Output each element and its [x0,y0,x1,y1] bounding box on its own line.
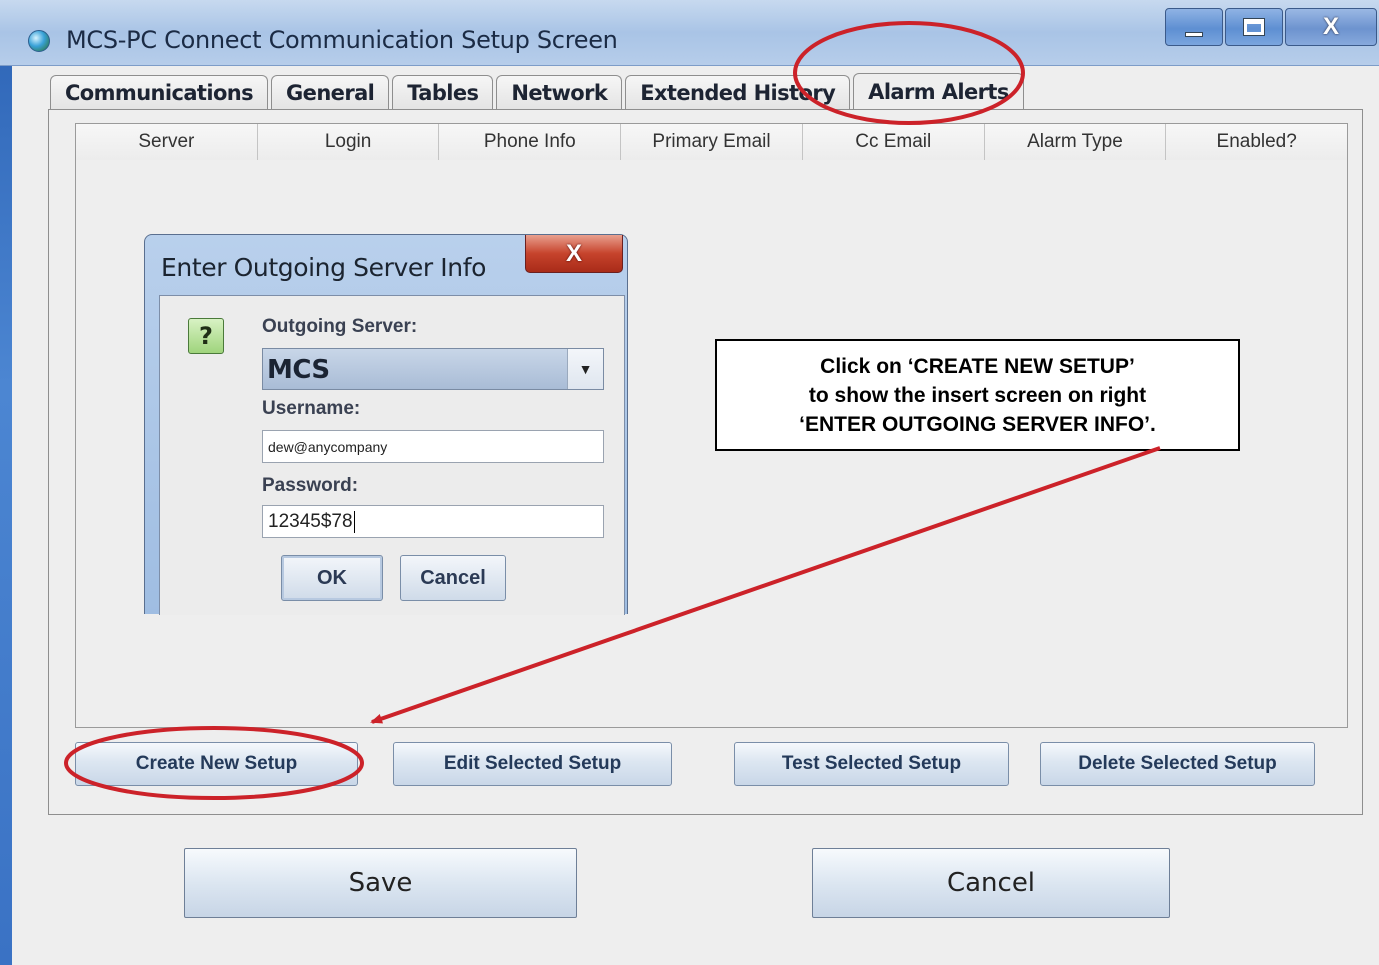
window-title: MCS-PC Connect Communication Setup Scree… [66,26,618,54]
dialog-close-button[interactable]: X [525,235,623,273]
column-header-cc-email[interactable]: Cc Email [802,124,985,160]
maximize-button[interactable] [1225,8,1283,46]
username-field[interactable]: dew@anycompany [262,430,604,463]
username-label: Username: [262,398,361,419]
save-button[interactable]: Save [184,848,577,918]
maximize-icon [1244,19,1264,35]
tab-tables[interactable]: Tables [392,75,494,109]
tab-network[interactable]: Network [496,75,623,109]
outgoing-server-label: Outgoing Server: [262,316,418,337]
column-header-login[interactable]: Login [257,124,440,160]
column-header-phone-info[interactable]: Phone Info [439,124,622,160]
question-icon: ? [188,318,224,354]
password-label: Password: [262,475,359,496]
window-controls: X [1163,8,1379,46]
password-field[interactable]: 12345$78 [262,505,604,538]
tab-strip: Communications General Tables Network Ex… [50,73,1027,109]
tab-general[interactable]: General [271,75,390,109]
outgoing-server-dialog: Enter Outgoing Server Info X ? Outgoing … [144,234,628,615]
edit-selected-setup-button[interactable]: Edit Selected Setup [393,742,672,786]
column-header-primary-email[interactable]: Primary Email [621,124,803,160]
dialog-title: Enter Outgoing Server Info [161,253,486,282]
delete-selected-setup-button[interactable]: Delete Selected Setup [1040,742,1315,786]
close-icon: X [1322,13,1339,40]
dialog-cancel-button[interactable]: Cancel [400,555,506,601]
callout-line-1: Click on ‘CREATE NEW SETUP’ [820,354,1135,378]
column-header-server[interactable]: Server [76,124,258,160]
table-header: Server Login Phone Info Primary Email Cc… [76,124,1348,160]
password-value: 12345$78 [268,510,353,532]
close-icon: X [565,239,582,267]
cancel-button[interactable]: Cancel [812,848,1170,918]
outgoing-server-value: MCS [267,355,330,385]
minimize-icon [1185,31,1203,37]
callout-line-2: to show the insert screen on right [808,383,1147,407]
dialog-body: ? Outgoing Server: MCS ▼ Username: dew@a… [159,295,625,615]
outgoing-server-select[interactable]: MCS ▼ [262,348,604,390]
minimize-button[interactable] [1165,8,1223,46]
close-button[interactable]: X [1285,8,1377,46]
tab-alarm-alerts[interactable]: Alarm Alerts [853,73,1024,109]
column-header-alarm-type[interactable]: Alarm Type [984,124,1167,160]
create-new-setup-button[interactable]: Create New Setup [75,742,358,786]
instruction-callout: Click on ‘CREATE NEW SETUP’ to show the … [715,339,1240,451]
dialog-ok-button[interactable]: OK [281,555,383,601]
app-globe-icon [28,30,50,52]
test-selected-setup-button[interactable]: Test Selected Setup [734,742,1009,786]
tab-communications[interactable]: Communications [50,75,269,109]
chevron-down-icon[interactable]: ▼ [567,349,603,389]
title-bar[interactable]: MCS-PC Connect Communication Setup Scree… [0,0,1379,66]
text-caret [353,510,355,533]
tab-extended-history[interactable]: Extended History [625,75,851,109]
username-value: dew@anycompany [268,438,388,455]
column-header-enabled[interactable]: Enabled? [1166,124,1348,160]
callout-line-3: ‘ENTER OUTGOING SERVER INFO’. [799,412,1156,436]
